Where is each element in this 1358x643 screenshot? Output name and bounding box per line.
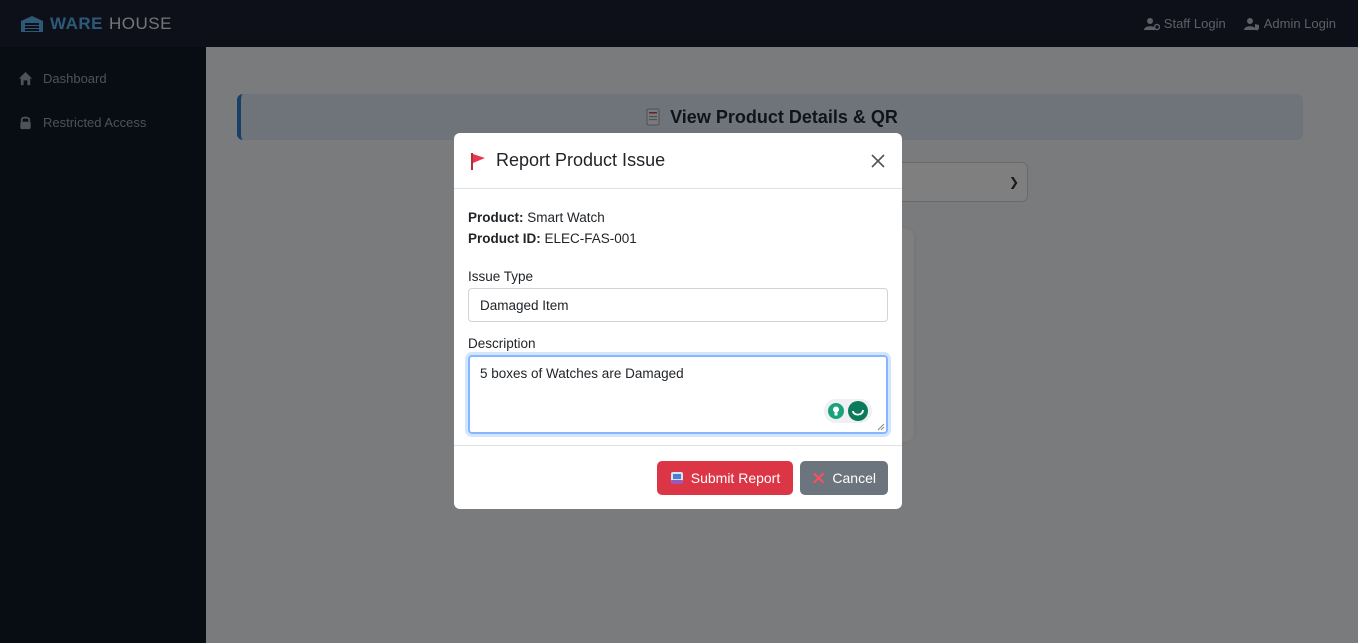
close-icon (871, 153, 885, 168)
flag-icon (471, 152, 485, 170)
resize-handle-icon[interactable] (877, 423, 885, 431)
close-icon (813, 472, 825, 484)
close-button[interactable] (868, 151, 888, 171)
product-id-value: ELEC-FAS-001 (544, 231, 637, 246)
modal-footer: Submit Report Cancel (454, 446, 902, 509)
product-id-info: Product ID: ELEC-FAS-001 (468, 228, 888, 249)
writing-assistant-badge[interactable] (824, 399, 872, 423)
description-label: Description (468, 336, 536, 351)
modal-header: Report Product Issue (454, 133, 902, 189)
description-textarea[interactable]: 5 boxes of Watches are Damaged (468, 355, 888, 434)
cancel-button[interactable]: Cancel (800, 461, 888, 495)
grammar-assistant-icon (848, 401, 868, 421)
product-value: Smart Watch (527, 210, 605, 225)
issue-type-label: Issue Type (468, 269, 534, 284)
lightbulb-icon (828, 403, 844, 419)
product-id-label: Product ID: (468, 231, 541, 246)
issue-type-input[interactable]: Damaged Item (468, 288, 888, 322)
submit-report-button[interactable]: Submit Report (657, 461, 793, 495)
modal-title: Report Product Issue (496, 150, 666, 170)
submit-report-label: Submit Report (690, 470, 781, 486)
cancel-label: Cancel (832, 470, 876, 486)
product-label: Product: (468, 210, 524, 225)
modal-body: Product: Smart Watch Product ID: ELEC-FA… (454, 189, 902, 446)
report-issue-modal: Report Product Issue Product: Smart Watc… (454, 133, 902, 509)
inbox-icon (670, 472, 683, 484)
product-info: Product: Smart Watch (468, 207, 888, 228)
